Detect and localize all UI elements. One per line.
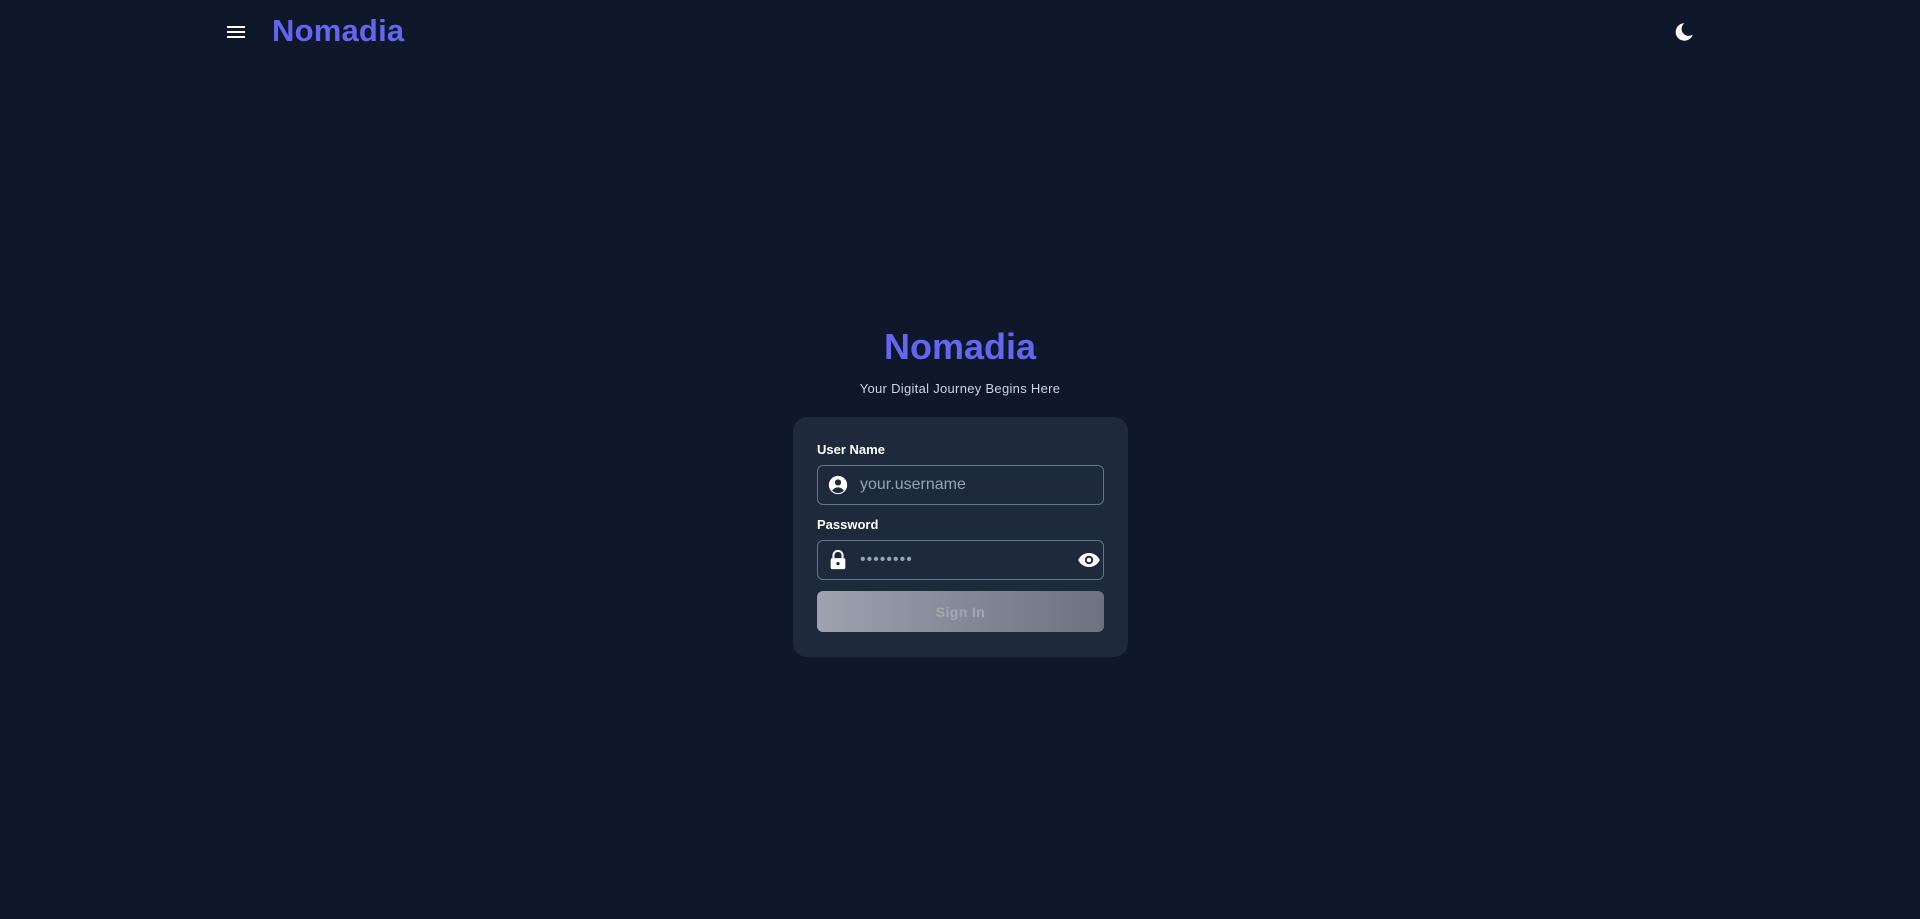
eye-icon[interactable] [1071, 541, 1107, 579]
username-label: User Name [817, 442, 885, 457]
password-input[interactable] [858, 541, 1071, 579]
brand-logo-text[interactable]: Nomadia [272, 11, 404, 51]
sign-in-button[interactable]: Sign In [817, 591, 1104, 632]
username-input[interactable] [858, 466, 1103, 504]
login-card: User Name Password [793, 417, 1128, 657]
moon-icon[interactable] [1670, 18, 1698, 46]
top-app-bar: Nomadia [0, 0, 1920, 64]
page-subtitle: Your Digital Journey Begins Here [859, 381, 1061, 396]
hamburger-menu-icon[interactable] [222, 18, 250, 46]
username-field-wrapper [817, 465, 1104, 505]
lock-icon [818, 541, 858, 579]
page-title: Nomadia [883, 326, 1037, 367]
password-field-wrapper [817, 540, 1104, 580]
password-label: Password [817, 517, 879, 532]
account-circle-icon [818, 466, 858, 504]
